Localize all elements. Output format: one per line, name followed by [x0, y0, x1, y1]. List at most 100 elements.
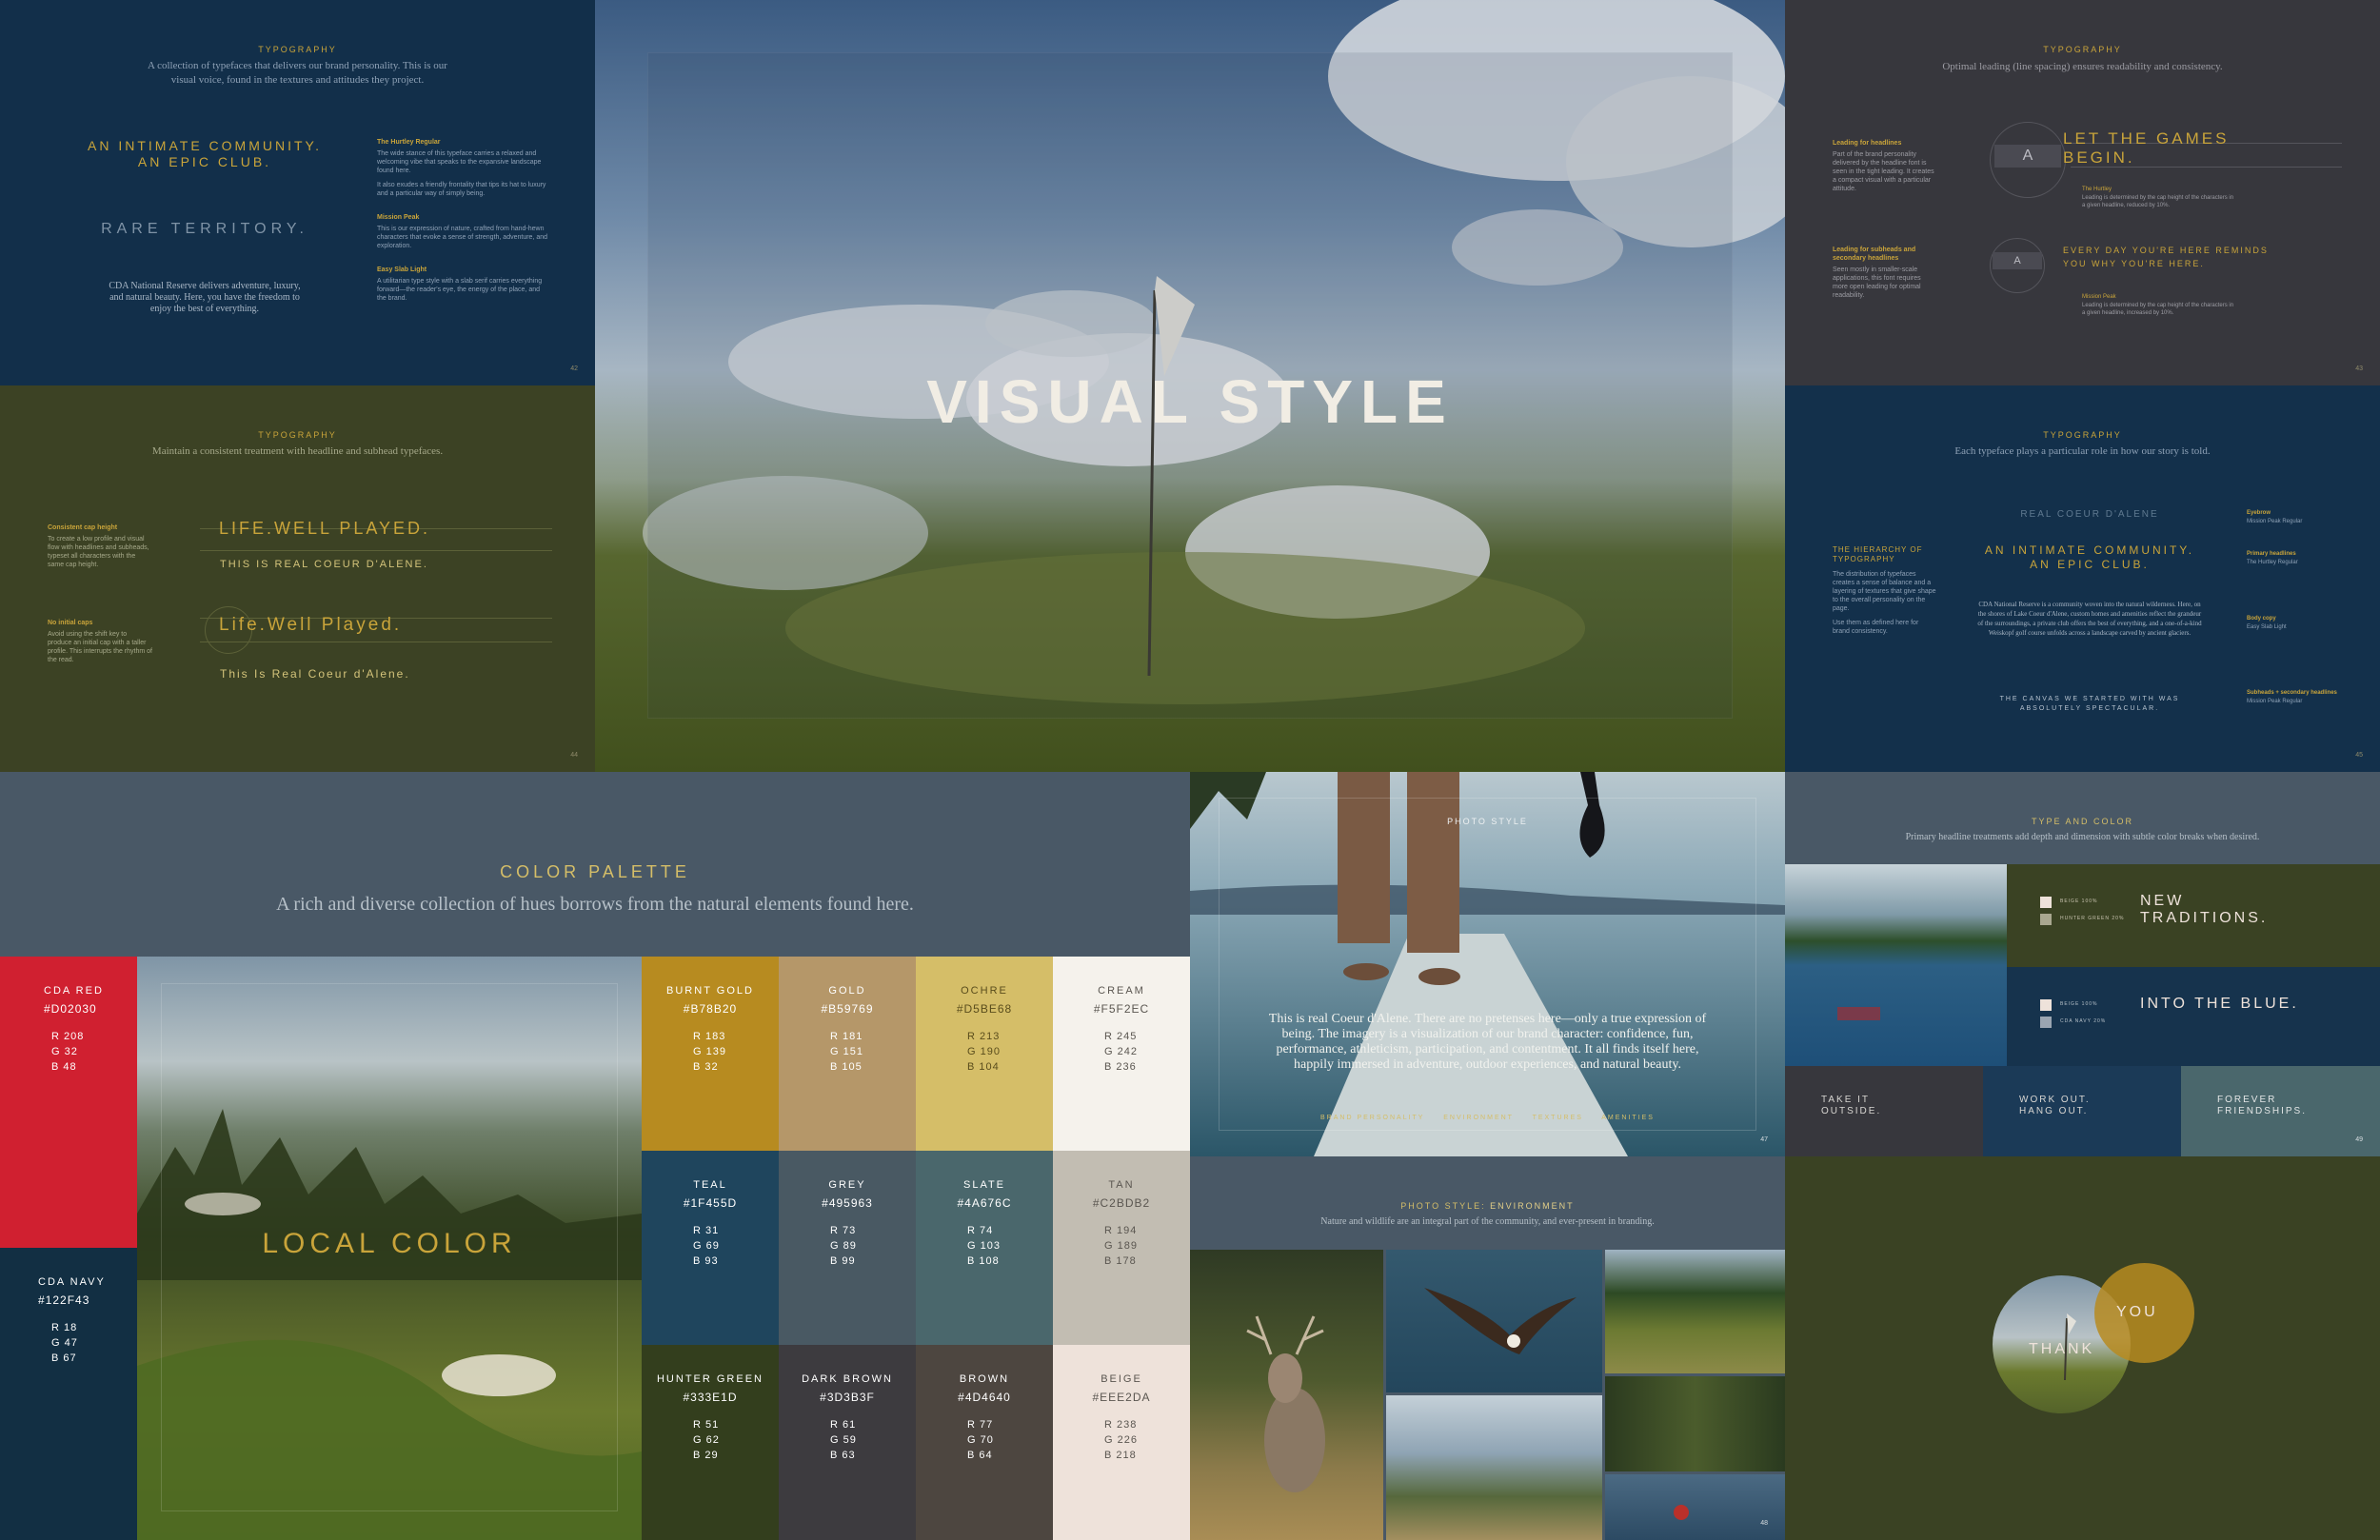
swatch-b: B 48 — [51, 1061, 77, 1073]
swatch-b: B 105 — [830, 1061, 863, 1073]
swatch-burnt-gold: BURNT GOLD #B78B20 R 183 G 139 B 32 — [642, 957, 779, 1151]
note-cap-height: Consistent cap height To create a low pr… — [48, 523, 152, 569]
you-text: YOU — [2116, 1304, 2158, 1320]
swatch-beige: BEIGE #EEE2DA R 238 G 226 B 218 — [1053, 1345, 1190, 1540]
palette-intro: A rich and diverse collection of hues bo… — [276, 894, 914, 915]
swatch-r: R 61 — [830, 1419, 857, 1431]
swatch-g: G 32 — [51, 1046, 78, 1057]
page-number: 43 — [2355, 365, 2363, 372]
swatch-name: HUNTER GREEN — [656, 1373, 764, 1385]
note-title: Easy Slab Light — [377, 267, 427, 273]
swatch-hex: #1F455D — [683, 1196, 738, 1210]
swatch-b: B 99 — [830, 1255, 856, 1267]
hero-title: VISUAL STYLE — [926, 367, 1454, 436]
section-label: TYPOGRAPHY — [2043, 45, 2122, 54]
role-title: Subheads + secondary headlines — [2247, 690, 2337, 696]
section-intro: Maintain a consistent treatment with hea… — [151, 445, 444, 457]
swatch-b: B 104 — [967, 1061, 1000, 1073]
role-font: The Hurtley Regular — [2247, 560, 2298, 565]
section-intro: Optimal leading (line spacing) ensures r… — [1942, 61, 2223, 72]
typography-panel-consistency: TYPOGRAPHY Maintain a consistent treatme… — [0, 385, 595, 772]
sample-headline: AN INTIMATE COMMUNITY. AN EPIC CLUB. — [88, 138, 322, 169]
swatch-g: G 69 — [693, 1240, 720, 1252]
swatch-b: B 178 — [1104, 1255, 1137, 1267]
swatch-dark-brown: DARK BROWN #3D3B3F R 61 G 59 B 63 — [779, 1345, 916, 1540]
sample-headline-initial: Life.Well Played. — [219, 615, 403, 635]
swatch-cream: CREAM #F5F2EC R 245 G 242 B 236 — [1053, 957, 1190, 1151]
label-topic: ENVIRONMENT — [1490, 1201, 1575, 1211]
photo-style-text: This is real Coeur d'Alene. There are no… — [1268, 1012, 1707, 1072]
swatch-r: R 183 — [693, 1031, 726, 1042]
note-text: Leading is determined by the cap height … — [2082, 195, 2234, 208]
swatch-g: G 89 — [830, 1240, 857, 1252]
swatch-name: GOLD — [828, 985, 866, 997]
photo-style-panel: PHOTO STYLE This is real Coeur d'Alene. … — [1190, 772, 1785, 1156]
swatch-chip — [2040, 914, 2052, 925]
page-number: 45 — [2355, 752, 2363, 759]
swatch-name: DARK BROWN — [802, 1373, 893, 1385]
color-break-block-navy: BEIGE 100% CDA NAVY 20% INTO THE BLUE. — [2007, 967, 2380, 1066]
typography-panel-hierarchy: TYPOGRAPHY Each typeface plays a particu… — [1785, 385, 2380, 772]
swatch-b: B 29 — [693, 1450, 719, 1461]
swatch-hex: #122F43 — [38, 1293, 90, 1307]
landscape-photo: LOCAL COLOR — [137, 957, 642, 1540]
swatch-g: G 47 — [51, 1337, 78, 1349]
section-label: TYPOGRAPHY — [2043, 430, 2122, 440]
sample-headline-caps: LIFE.WELL PLAYED. — [219, 519, 431, 538]
page-number: 48 — [1760, 1520, 1768, 1527]
swatch-tan: TAN #C2BDB2 R 194 G 189 B 178 — [1053, 1151, 1190, 1345]
chip-label: BEIGE 100% — [2060, 898, 2098, 904]
cap-height-sample: A — [1993, 252, 2042, 269]
color-break-block-green: BEIGE 100% HUNTER GREEN 20% NEW TRADITIO… — [2007, 864, 2380, 967]
note-text: This is our expression of nature, crafte… — [377, 226, 547, 249]
section-label: TYPE AND COLOR — [2031, 817, 2134, 826]
swatch-r: R 77 — [967, 1419, 994, 1431]
note-title: The Hurtley Regular — [377, 139, 441, 146]
label-prefix: PHOTO STYLE: — [1400, 1201, 1486, 1211]
tagline: WORK OUT. HANG OUT. — [2019, 1095, 2091, 1116]
swatch-hex: #C2BDB2 — [1092, 1196, 1151, 1210]
typography-panel-leading: TYPOGRAPHY Optimal leading (line spacing… — [1785, 0, 2380, 385]
swatch-hex: #B78B20 — [683, 1002, 738, 1016]
section-intro: Nature and wildlife are an integral part… — [1320, 1216, 1655, 1227]
sample-subhead-initial: This Is Real Coeur d'Alene. — [220, 667, 410, 681]
treatment-headline: NEW TRADITIONS. — [2140, 893, 2269, 926]
tagline: TAKE IT OUTSIDE. — [1821, 1095, 1882, 1116]
tagline-block: TAKE IT OUTSIDE. — [1785, 1066, 1983, 1156]
swatch-b: B 108 — [967, 1255, 1000, 1267]
section-label: PHOTO STYLE — [1447, 817, 1528, 826]
swatch-name: BROWN — [959, 1373, 1010, 1385]
typography-panel-typefaces: TYPOGRAPHY A collection of typefaces tha… — [0, 0, 595, 385]
tag: ENVIRONMENT — [1443, 1115, 1514, 1121]
eyebrow-sample: REAL COEUR D'ALENE — [2020, 509, 2159, 520]
photo-style-environment-panel: PHOTO STYLE: ENVIRONMENT Nature and wild… — [1190, 1156, 1785, 1540]
swatch-b: B 64 — [967, 1450, 993, 1461]
swatch-teal: TEAL #1F455D R 31 G 69 B 93 — [642, 1151, 779, 1345]
typeface-notes: The Hurtley Regular The wide stance of t… — [377, 138, 548, 303]
swatch-hex: #4A676C — [957, 1196, 1012, 1210]
note-initial-caps: No initial caps Avoid using the shift ke… — [48, 619, 152, 664]
swatch-r: R 73 — [830, 1225, 857, 1236]
color-palette-panel: COLOR PALETTE A rich and diverse collect… — [0, 772, 1190, 1540]
swatch-hex: #333E1D — [683, 1391, 738, 1404]
swatch-name: TEAL — [693, 1179, 727, 1191]
note-title: Mission Peak — [2082, 294, 2116, 300]
swatch-r: R 194 — [1104, 1225, 1138, 1236]
swatch-hex: #B59769 — [821, 1002, 874, 1016]
sample-body: CDA National Reserve delivers adventure,… — [109, 281, 301, 314]
note-text: Part of the brand personality delivered … — [1833, 151, 1934, 192]
tag: TEXTURES — [1532, 1115, 1583, 1121]
swatch-chip — [2040, 999, 2052, 1011]
treatment-headline: INTO THE BLUE. — [2140, 996, 2299, 1012]
chip-label: BEIGE 100% — [2060, 1001, 2098, 1007]
swatch-brown: BROWN #4D4640 R 77 G 70 B 64 — [916, 1345, 1053, 1540]
lake-swimmer-photo — [1605, 1474, 1785, 1540]
swatch-cda-navy: CDA NAVY #122F43 R 18 G 47 B 67 — [0, 1248, 137, 1540]
note-text: Avoid using the shift key to produce an … — [48, 631, 152, 663]
swatch-name: BURNT GOLD — [666, 985, 754, 997]
note-text: A utilitarian type style with a slab ser… — [377, 278, 543, 302]
note-text: It also exudes a friendly frontality tha… — [377, 182, 546, 197]
role-title: Primary headlines — [2247, 551, 2296, 557]
photo-caption: LOCAL COLOR — [262, 1228, 517, 1259]
body-sample: CDA National Reserve is a community wove… — [1977, 601, 2202, 637]
